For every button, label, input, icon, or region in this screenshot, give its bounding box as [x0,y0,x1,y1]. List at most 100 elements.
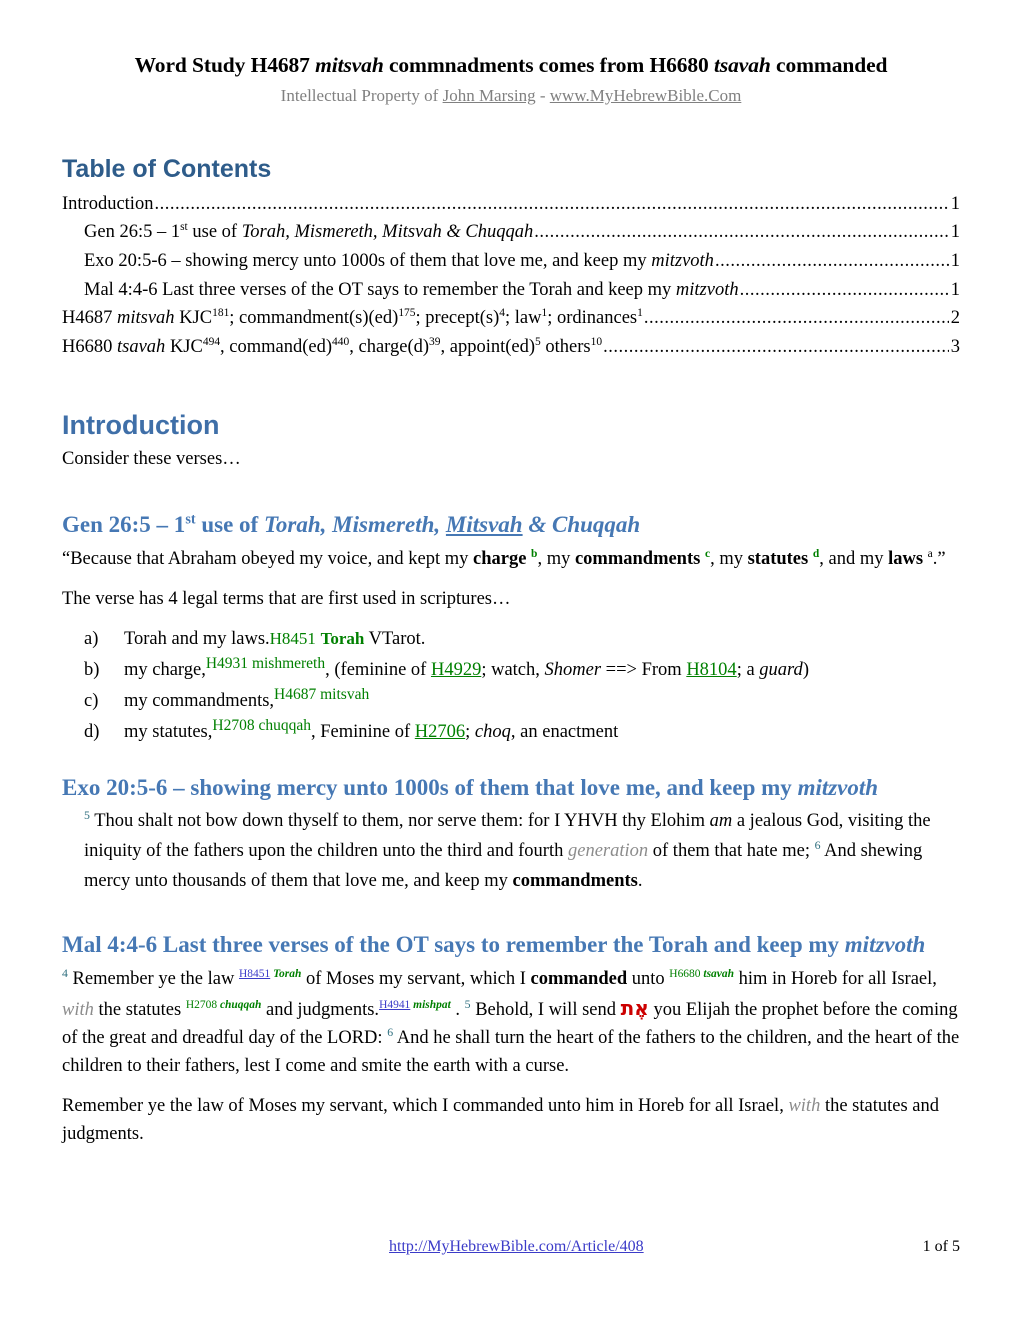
strongs-number-h4687[interactable]: H4687 [274,686,316,703]
subtitle-author: John Marsing [442,85,536,105]
title-part-2: mitsvah [315,53,384,77]
mal-part-3: unto [627,968,670,989]
strongs-link-h2706[interactable]: H2706 [415,722,465,742]
list-item-tail-2: ; watch, [481,659,545,680]
mal-part-4: him in Horeb for all Israel, [733,968,937,989]
quote-text-3: , and my [819,548,889,569]
list-item-c: c) my commandments,H4687 mitsvah [84,685,960,717]
gen-heading-italic-underlined[interactable]: Mitsvah [446,512,523,537]
list-item-a: a) Torah and my laws.H8451 Torah VTarot. [84,625,960,655]
toc-entry-page: 3 [950,337,960,358]
list-item-tail-2: ; [465,721,475,742]
toc-entry-label: H4687 mitsvah KJC181; commandment(s)(ed)… [62,307,643,329]
quote-open: “Because that Abraham obeyed my voice, a… [62,548,473,569]
mal-part-7: . [450,999,465,1020]
title-part-4: tsavah [714,53,771,77]
toc-entry-label: Exo 20:5-6 – showing mercy unto 1000s of… [84,251,714,272]
toc-dot-leader: ........................................… [534,222,948,243]
strongs-ref-h6680[interactable]: H6680 tsavah [669,968,734,980]
restatement-italic-with: with [788,1096,821,1117]
subtitle-separator: - [535,85,550,105]
list-item-tail-3: , an enactment [510,721,619,742]
introduction-heading: Introduction [62,409,220,440]
gen-heading-italic-1: Torah, Mismereth, [263,511,446,537]
list-item-tail-1: , Feminine of [310,721,415,742]
toc-entry-page: 2 [950,308,960,329]
quote-text-1: , my [537,548,575,569]
strongs-number-h8451[interactable]: H8451 [270,629,316,648]
strongs-link-h8104[interactable]: H8104 [686,660,736,680]
title-part-5: commanded [770,53,888,77]
mal-italic-with: with [62,999,94,1020]
strongs-word-mitsvah: mitsvah [320,685,370,703]
gen-legal-terms-intro: The verse has 4 legal terms that are fir… [62,588,511,609]
mal-part-5: the statutes [93,999,186,1020]
toc-entry-page: 1 [950,222,960,243]
mal-heading-italic: mitzvoth [844,932,926,958]
list-marker-a: a) [84,628,99,649]
verse-part-1: Thou shalt not bow down thyself to them,… [89,811,710,832]
title-part-3: commnadments comes from H6680 [383,53,714,77]
strongs-word-chuqqah: chuqqah [219,998,262,1011]
toc-entry-h6680-tsavah[interactable]: H6680 tsavah KJC494, command(ed)440, cha… [62,333,960,362]
list-item-text: Torah and my laws. [124,628,270,649]
toc-entry-label: Mal 4:4-6 Last three verses of the OT sa… [84,279,739,300]
list-item-tail-4: ; a [736,659,760,680]
toc-entry-introduction[interactable]: Introduction ...........................… [62,190,960,219]
mal-part-1: Remember ye the law [67,968,239,989]
footer-article-link[interactable]: http://MyHebrewBible.com/Article/408 [389,1238,644,1255]
toc-entry-exo-20-5-6[interactable]: Exo 20:5-6 – showing mercy unto 1000s of… [62,247,960,276]
toc-entry-h4687-mitsvah[interactable]: H4687 mitsvah KJC181; commandment(s)(ed)… [62,304,960,333]
mal-4-4-6-verse: 4 Remember ye the law H8451 Torah of Mos… [62,965,960,1080]
mal-part-2: of Moses my servant, which I [301,968,531,989]
gen-26-5-heading: Gen 26:5 – 1st use of Torah, Mismereth, … [62,511,960,539]
page-footer: http://MyHebrewBible.com/Article/408 1 o… [62,1238,960,1256]
table-of-contents-list: Introduction ...........................… [62,190,960,362]
list-item-italic-choq: choq [474,721,511,742]
mal-part-6: and judgments. [261,999,380,1020]
restatement-part-1: Remember ye the law of Moses my servant,… [62,1096,789,1117]
strongs-number-h4931[interactable]: H4931 [206,655,248,672]
verse-part-3: of them that hate me; [648,841,815,862]
mal-part-8: Behold, I will send [470,999,621,1020]
exo-heading-main: Exo 20:5-6 – showing mercy unto 1000s of… [62,774,798,800]
document-subtitle: Intellectual Property of John Marsing - … [62,85,960,107]
hebrew-word-et: אֶת [620,995,649,1020]
list-item-b: b) my charge,H4931 mishmereth, (feminine… [84,654,960,686]
list-item-italic-guard: guard [759,659,803,680]
gen-heading-sup: st [185,511,196,528]
strongs-ref-h2708[interactable]: H2708 chuqqah [186,999,262,1011]
quote-word-charge: charge [472,548,527,569]
strongs-ref-h8451[interactable]: H8451 Torah [239,968,301,980]
strongs-number-h2708: H2708 [185,998,218,1011]
subtitle-prefix: Intellectual Property of [280,85,443,105]
list-item-text: my commandments, [124,690,275,711]
strongs-word-mishmereth-text: mishmereth [251,654,326,672]
list-item-tail-3: ==> From [601,659,687,680]
list-marker-c: c) [84,690,99,711]
quote-text-2: , my [710,548,748,569]
list-item-tail-5: ) [802,659,809,680]
strongs-ref-h4941[interactable]: H4941 mishpat [379,999,451,1011]
list-marker-d: d) [84,721,100,742]
quote-word-statutes: statutes [747,548,809,569]
document-page: Word Study H4687 mitsvah commnadments co… [0,0,1020,1320]
strongs-word-chuqqah: chuqqah [258,716,311,734]
exo-20-5-6-heading: Exo 20:5-6 – showing mercy unto 1000s of… [62,774,960,802]
gen-heading-mid: use of [195,511,264,537]
strongs-link-h4941[interactable]: H4941 [379,999,410,1011]
strongs-link-h4929[interactable]: H4929 [431,660,481,680]
toc-entry-gen-26-5[interactable]: Gen 26:5 – 1st use of Torah, Mismereth, … [62,218,960,247]
strongs-word-torah: Torah [320,628,365,648]
toc-dot-leader: ........................................… [603,337,949,358]
toc-entry-label: Introduction [62,193,154,214]
toc-entry-page: 1 [950,279,960,300]
strongs-number-h2708[interactable]: H2708 [212,716,254,733]
strongs-link-h8451[interactable]: H8451 [239,968,270,980]
footer-page-number: 1 of 5 [922,1238,960,1255]
verse-italic-am: am [709,811,733,832]
list-item-d: d) my statutes,H2708 chuqqah, Feminine o… [84,716,960,748]
toc-entry-mal-4-4-6[interactable]: Mal 4:4-6 Last three verses of the OT sa… [62,276,960,305]
gen-heading-italic-2: & Chuqqah [522,511,641,537]
document-title: Word Study H4687 mitsvah commnadments co… [62,52,960,79]
